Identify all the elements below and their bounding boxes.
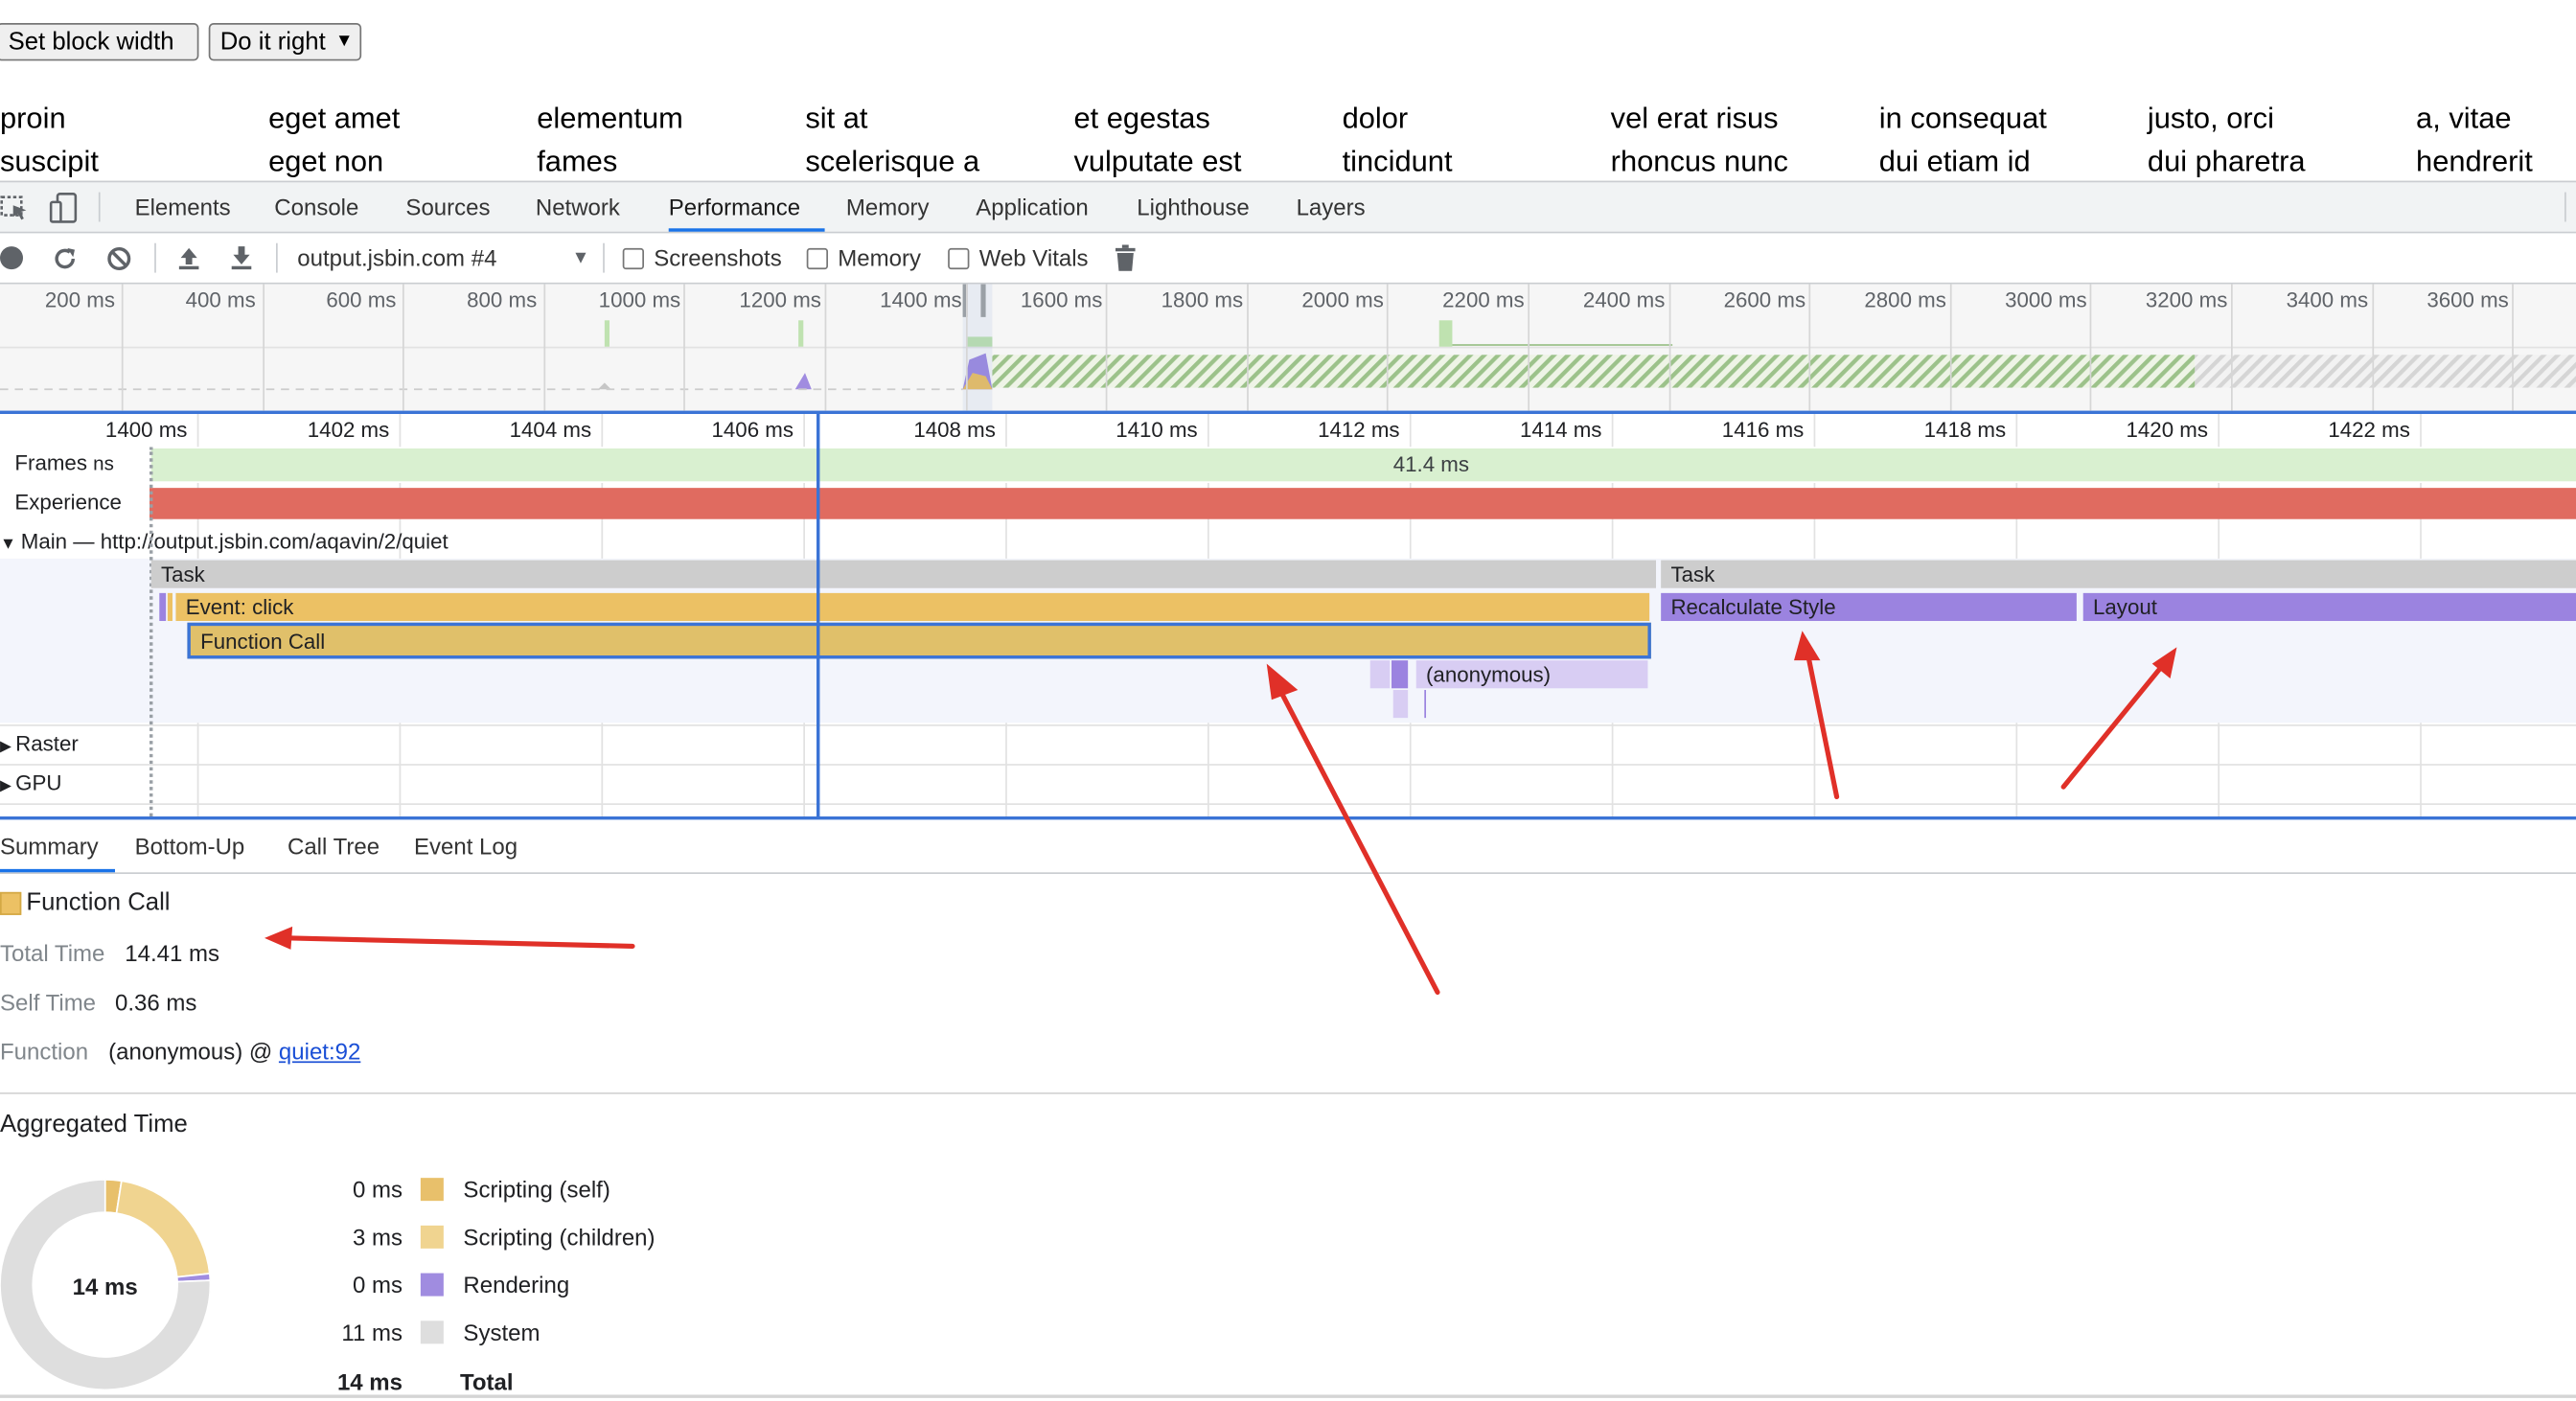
overview-gridline [824,284,827,411]
annotation-arrow-total-time [283,935,635,950]
annotation-arrow-function-call [1272,678,1440,996]
arrow-head [264,926,293,950]
overview-gridline [1106,284,1108,411]
annotation-arrow-recalculate-style [1805,648,1840,800]
overview-gridline [262,284,264,411]
overview-gridline [1528,284,1530,411]
overview-gridline [1668,284,1670,411]
overview-gridline [1387,284,1390,411]
overview-gridline [2231,284,2233,411]
arrow-head [1266,663,1299,700]
overview-gridline [1808,284,1811,411]
overview-gridline [2512,284,2515,411]
screenshot-root: Set block width Do it right ▼ proin susci… [0,0,2576,1401]
overview-gridline [402,284,405,411]
annotation-arrows [264,631,2177,996]
overview-gridline [965,284,968,411]
annotation-arrow-layout [2060,659,2169,790]
overview-gridline [121,284,124,411]
overview-gridline [2090,284,2092,411]
overview-gridline [1949,284,1952,411]
arrow-head [1794,631,1821,661]
overview-gridline [2371,284,2374,411]
overview-gridline [1246,284,1249,411]
overview-gridline [543,284,545,411]
overview-gridline [683,284,686,411]
